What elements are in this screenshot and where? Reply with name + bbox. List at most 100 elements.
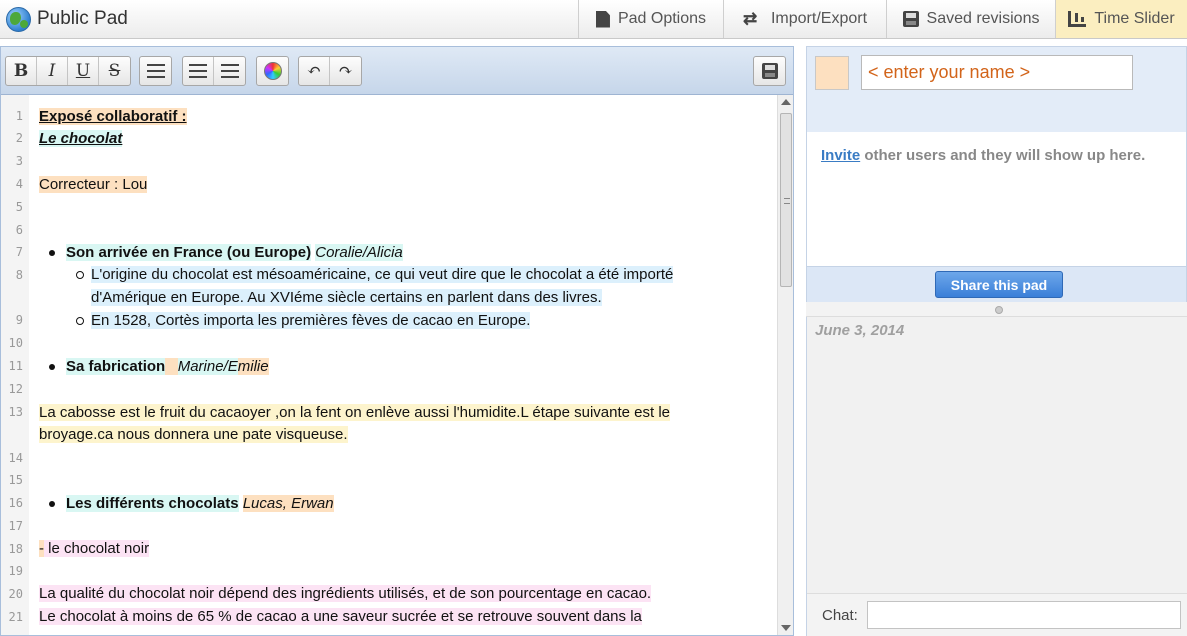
line-number: 3	[15, 154, 23, 168]
strikethrough-button[interactable]: S	[99, 57, 130, 85]
share-bar: Share this pad	[807, 266, 1186, 302]
doc-line-8a: L'origine du chocolat est mésoaméricaine…	[91, 264, 674, 286]
editor-toolbar: B I U S ↶ ↷	[1, 47, 793, 95]
doc-line-18: - le chocolat noir	[39, 538, 150, 560]
line-number: 15	[8, 473, 23, 487]
save-revision-button[interactable]	[754, 57, 785, 85]
save-icon	[761, 63, 778, 79]
outdent-icon	[220, 64, 239, 78]
time-slider-label: Time Slider	[1094, 10, 1175, 27]
bullet-marker	[49, 250, 55, 256]
document-icon	[595, 10, 610, 28]
line-number: 19	[8, 564, 23, 578]
doc-line-13a: La cabosse est le fruit du cacaoyer ,on …	[39, 402, 671, 424]
section-authors: Marine/E	[177, 358, 238, 375]
redo-button[interactable]: ↷	[330, 57, 361, 85]
disk-icon	[902, 11, 919, 27]
top-bar: Public Pad Pad Options ⇄ Import/Export S…	[0, 0, 1187, 39]
pad-title: Public Pad	[37, 8, 128, 29]
paragraph-text: broyage.ca nous donnera une pate visqueu…	[39, 426, 348, 443]
time-slider-icon	[1068, 11, 1087, 27]
line-number: 2	[15, 131, 23, 145]
clear-authorship-button[interactable]	[257, 57, 288, 85]
document-text[interactable]: Exposé collaboratif : Le chocolat Correc…	[29, 95, 777, 635]
paragraph-text: d'Amérique en Europe. Au XVIéme siècle c…	[91, 289, 602, 306]
chat-entry-row: Chat:	[807, 593, 1187, 636]
swap-arrows-icon: ⇄	[742, 9, 758, 28]
doc-line-16: Les différents chocolats Lucas, Erwan	[66, 493, 334, 515]
bullet-marker	[49, 501, 55, 507]
correcteur-line: Correcteur : Lou	[39, 176, 148, 193]
scroll-thumb[interactable]	[780, 113, 792, 287]
paragraph-text: La qualité du chocolat noir dépend des i…	[39, 585, 652, 602]
outdent-button[interactable]	[214, 57, 245, 85]
chat-date: June 3, 2014	[815, 322, 905, 339]
line-number: 4	[15, 177, 23, 191]
bullet-list-icon	[146, 64, 165, 78]
undo-button[interactable]: ↶	[299, 57, 330, 85]
save-group	[753, 56, 786, 86]
users-panel: < enter your name > Invite other users a…	[806, 46, 1187, 302]
line-number: 8	[15, 268, 23, 282]
indent-icon	[189, 64, 207, 78]
invite-link[interactable]: Invite	[821, 147, 860, 164]
saved-revisions-button[interactable]: Saved revisions	[886, 0, 1055, 38]
line-number: 13	[8, 405, 23, 419]
bullet-marker	[49, 364, 55, 370]
brand: Public Pad	[6, 6, 128, 32]
sub-bullet-marker	[76, 317, 84, 325]
line-number: 14	[8, 451, 23, 465]
line-number: 11	[8, 359, 23, 373]
doc-line-8b: d'Amérique en Europe. Au XVIéme siècle c…	[91, 287, 602, 309]
chat-panel: June 3, 2014 Chat:	[806, 317, 1187, 636]
username-input[interactable]: < enter your name >	[861, 55, 1133, 90]
scroll-up-icon[interactable]	[781, 99, 791, 105]
document-title: Exposé collaboratif :	[39, 108, 187, 125]
editor-scrollbar[interactable]	[777, 95, 793, 635]
import-export-button[interactable]: ⇄ Import/Export	[723, 0, 886, 38]
format-group: B I U S	[5, 56, 131, 86]
line-number: 21	[8, 610, 23, 624]
globe-icon	[6, 6, 31, 32]
pad-options-button[interactable]: Pad Options	[578, 0, 723, 38]
pad-options-label: Pad Options	[617, 10, 707, 27]
section-heading: Son arrivée en France (ou Europe)	[66, 244, 312, 261]
section-authors: Lucas, Erwan	[242, 495, 334, 512]
panel-divider[interactable]	[806, 302, 1187, 317]
line-number: 6	[15, 223, 23, 237]
time-slider-button[interactable]: Time Slider	[1055, 0, 1187, 38]
line-number: 10	[8, 336, 23, 350]
paragraph-text: En 1528, Cortès importa les premières fè…	[91, 312, 531, 329]
user-color-swatch[interactable]	[815, 56, 849, 90]
my-user-row: < enter your name >	[807, 47, 1186, 132]
chat-label: Chat:	[822, 607, 858, 624]
invite-text: other users and they will show up here.	[860, 147, 1146, 164]
grip-icon	[784, 198, 790, 204]
chat-input[interactable]	[867, 601, 1181, 629]
scroll-down-icon[interactable]	[781, 625, 791, 631]
doc-line-13b: broyage.ca nous donnera une pate visqueu…	[39, 424, 348, 446]
saved-revisions-label: Saved revisions	[926, 10, 1040, 27]
paragraph-text: L'origine du chocolat est mésoaméricaine…	[91, 266, 674, 283]
resize-handle-icon[interactable]	[995, 306, 1003, 314]
italic-button[interactable]: I	[37, 57, 68, 85]
underline-button[interactable]: U	[68, 57, 99, 85]
bold-button[interactable]: B	[6, 57, 37, 85]
line-number: 9	[15, 313, 23, 327]
doc-line-9: En 1528, Cortès importa les premières fè…	[91, 310, 531, 332]
share-pad-button[interactable]: Share this pad	[935, 271, 1063, 298]
line-number: 12	[8, 382, 23, 396]
line-number: 17	[8, 519, 23, 533]
indent-button[interactable]	[183, 57, 214, 85]
doc-line-11: Sa fabrication Marine/Emilie	[66, 356, 269, 378]
color-wheel-icon	[263, 62, 282, 80]
invite-message: Invite other users and they will show up…	[821, 147, 1145, 164]
paragraph-text: le chocolat noir	[44, 540, 150, 557]
section-heading: Sa fabrication	[66, 358, 166, 375]
sub-bullet-marker	[76, 271, 84, 279]
bullet-list-button[interactable]	[140, 57, 171, 85]
list-group	[139, 56, 172, 86]
line-number-gutter: 1 2 3 4 5 6 7 8 9 10 11 12 13 14 15 16 1…	[1, 95, 29, 635]
paragraph-text: Le chocolat à moins de 65 % de cacao a u…	[39, 608, 642, 625]
doc-line-1: Exposé collaboratif :	[39, 106, 187, 128]
